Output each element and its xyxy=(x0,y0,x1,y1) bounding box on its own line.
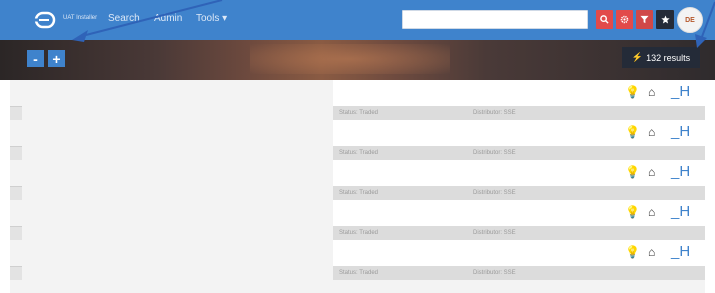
result-row-details: Status: Traded Distributor: SSE xyxy=(333,146,705,160)
result-code[interactable]: _H xyxy=(671,123,690,140)
result-code[interactable]: _H xyxy=(671,83,690,100)
status-text: Status: Traded xyxy=(339,150,379,156)
row-edge-marker xyxy=(10,226,22,240)
lightbulb-icon[interactable]: 💡 xyxy=(625,85,640,99)
screenshot-frame: UAT Installer Search Admin Tools ▾ DE - … xyxy=(0,0,715,293)
lightbulb-icon[interactable]: 💡 xyxy=(625,205,640,219)
settings-button[interactable] xyxy=(616,10,633,29)
row-edge-marker xyxy=(10,266,22,280)
distributor-text: Distributor: SSE xyxy=(473,110,516,116)
result-row-header[interactable]: 💡 ⌂ _H xyxy=(333,80,705,106)
search-icon xyxy=(600,15,609,24)
status-text: Status: Traded xyxy=(339,270,379,276)
lightbulb-icon[interactable]: 💡 xyxy=(625,165,640,179)
app-logo[interactable] xyxy=(34,11,58,29)
result-row-actions: 💡 ⌂ _H xyxy=(615,83,705,103)
filter-icon xyxy=(640,15,649,24)
home-icon[interactable]: ⌂ xyxy=(648,125,655,139)
distributor-text: Distributor: SSE xyxy=(473,190,516,196)
results-count-label: 132 results xyxy=(646,52,691,63)
result-row-actions: 💡 ⌂ _H xyxy=(615,123,705,143)
result-row-details: Status: Traded Distributor: SSE xyxy=(333,226,705,240)
home-icon[interactable]: ⌂ xyxy=(648,205,655,219)
star-icon xyxy=(660,15,670,24)
result-row-actions: 💡 ⌂ _H xyxy=(615,163,705,183)
nav-admin[interactable]: Admin xyxy=(154,13,182,24)
result-code[interactable]: _H xyxy=(671,163,690,180)
status-text: Status: Traded xyxy=(339,110,379,116)
banner-image-glow xyxy=(250,44,450,74)
result-row-actions: 💡 ⌂ _H xyxy=(615,243,705,263)
results-count-button[interactable]: ⚡ 132 results xyxy=(622,47,700,68)
nav-tools[interactable]: Tools ▾ xyxy=(196,13,227,24)
result-row-details: Status: Traded Distributor: SSE xyxy=(333,186,705,200)
row-edge-marker xyxy=(10,146,22,160)
distributor-text: Distributor: SSE xyxy=(473,230,516,236)
result-row-actions: 💡 ⌂ _H xyxy=(615,203,705,223)
user-avatar[interactable]: DE xyxy=(677,7,703,33)
status-text: Status: Traded xyxy=(339,230,379,236)
gear-icon xyxy=(620,15,629,24)
brand-name: UAT Installer xyxy=(63,15,98,21)
row-edge-marker xyxy=(10,106,22,120)
favorites-button[interactable] xyxy=(656,10,674,29)
home-icon[interactable]: ⌂ xyxy=(648,85,655,99)
result-row-details: Status: Traded Distributor: SSE xyxy=(333,106,705,120)
result-row-header[interactable]: 💡 ⌂ _H xyxy=(333,240,705,266)
result-code[interactable]: _H xyxy=(671,243,690,260)
result-code[interactable]: _H xyxy=(671,203,690,220)
row-edge-marker xyxy=(10,186,22,200)
filter-button[interactable] xyxy=(636,10,653,29)
status-text: Status: Traded xyxy=(339,190,379,196)
zoom-in-button[interactable]: + xyxy=(48,50,65,67)
nav-search[interactable]: Search xyxy=(108,13,140,24)
lightbulb-icon[interactable]: 💡 xyxy=(625,125,640,139)
result-row-details: Status: Traded Distributor: SSE xyxy=(333,266,705,280)
result-row-header[interactable]: 💡 ⌂ _H xyxy=(333,200,705,226)
lightning-icon: ⚡ xyxy=(631,52,644,62)
header-banner xyxy=(0,40,715,80)
result-row-header[interactable]: 💡 ⌂ _H xyxy=(333,160,705,186)
home-icon[interactable]: ⌂ xyxy=(648,245,655,259)
search-button[interactable] xyxy=(596,10,613,29)
lightbulb-icon[interactable]: 💡 xyxy=(625,245,640,259)
zoom-out-button[interactable]: - xyxy=(27,50,44,67)
result-row-header[interactable]: 💡 ⌂ _H xyxy=(333,120,705,146)
search-input[interactable] xyxy=(402,10,588,29)
home-icon[interactable]: ⌂ xyxy=(648,165,655,179)
top-navigation-bar: UAT Installer Search Admin Tools ▾ DE xyxy=(0,0,715,40)
distributor-text: Distributor: SSE xyxy=(473,270,516,276)
distributor-text: Distributor: SSE xyxy=(473,150,516,156)
